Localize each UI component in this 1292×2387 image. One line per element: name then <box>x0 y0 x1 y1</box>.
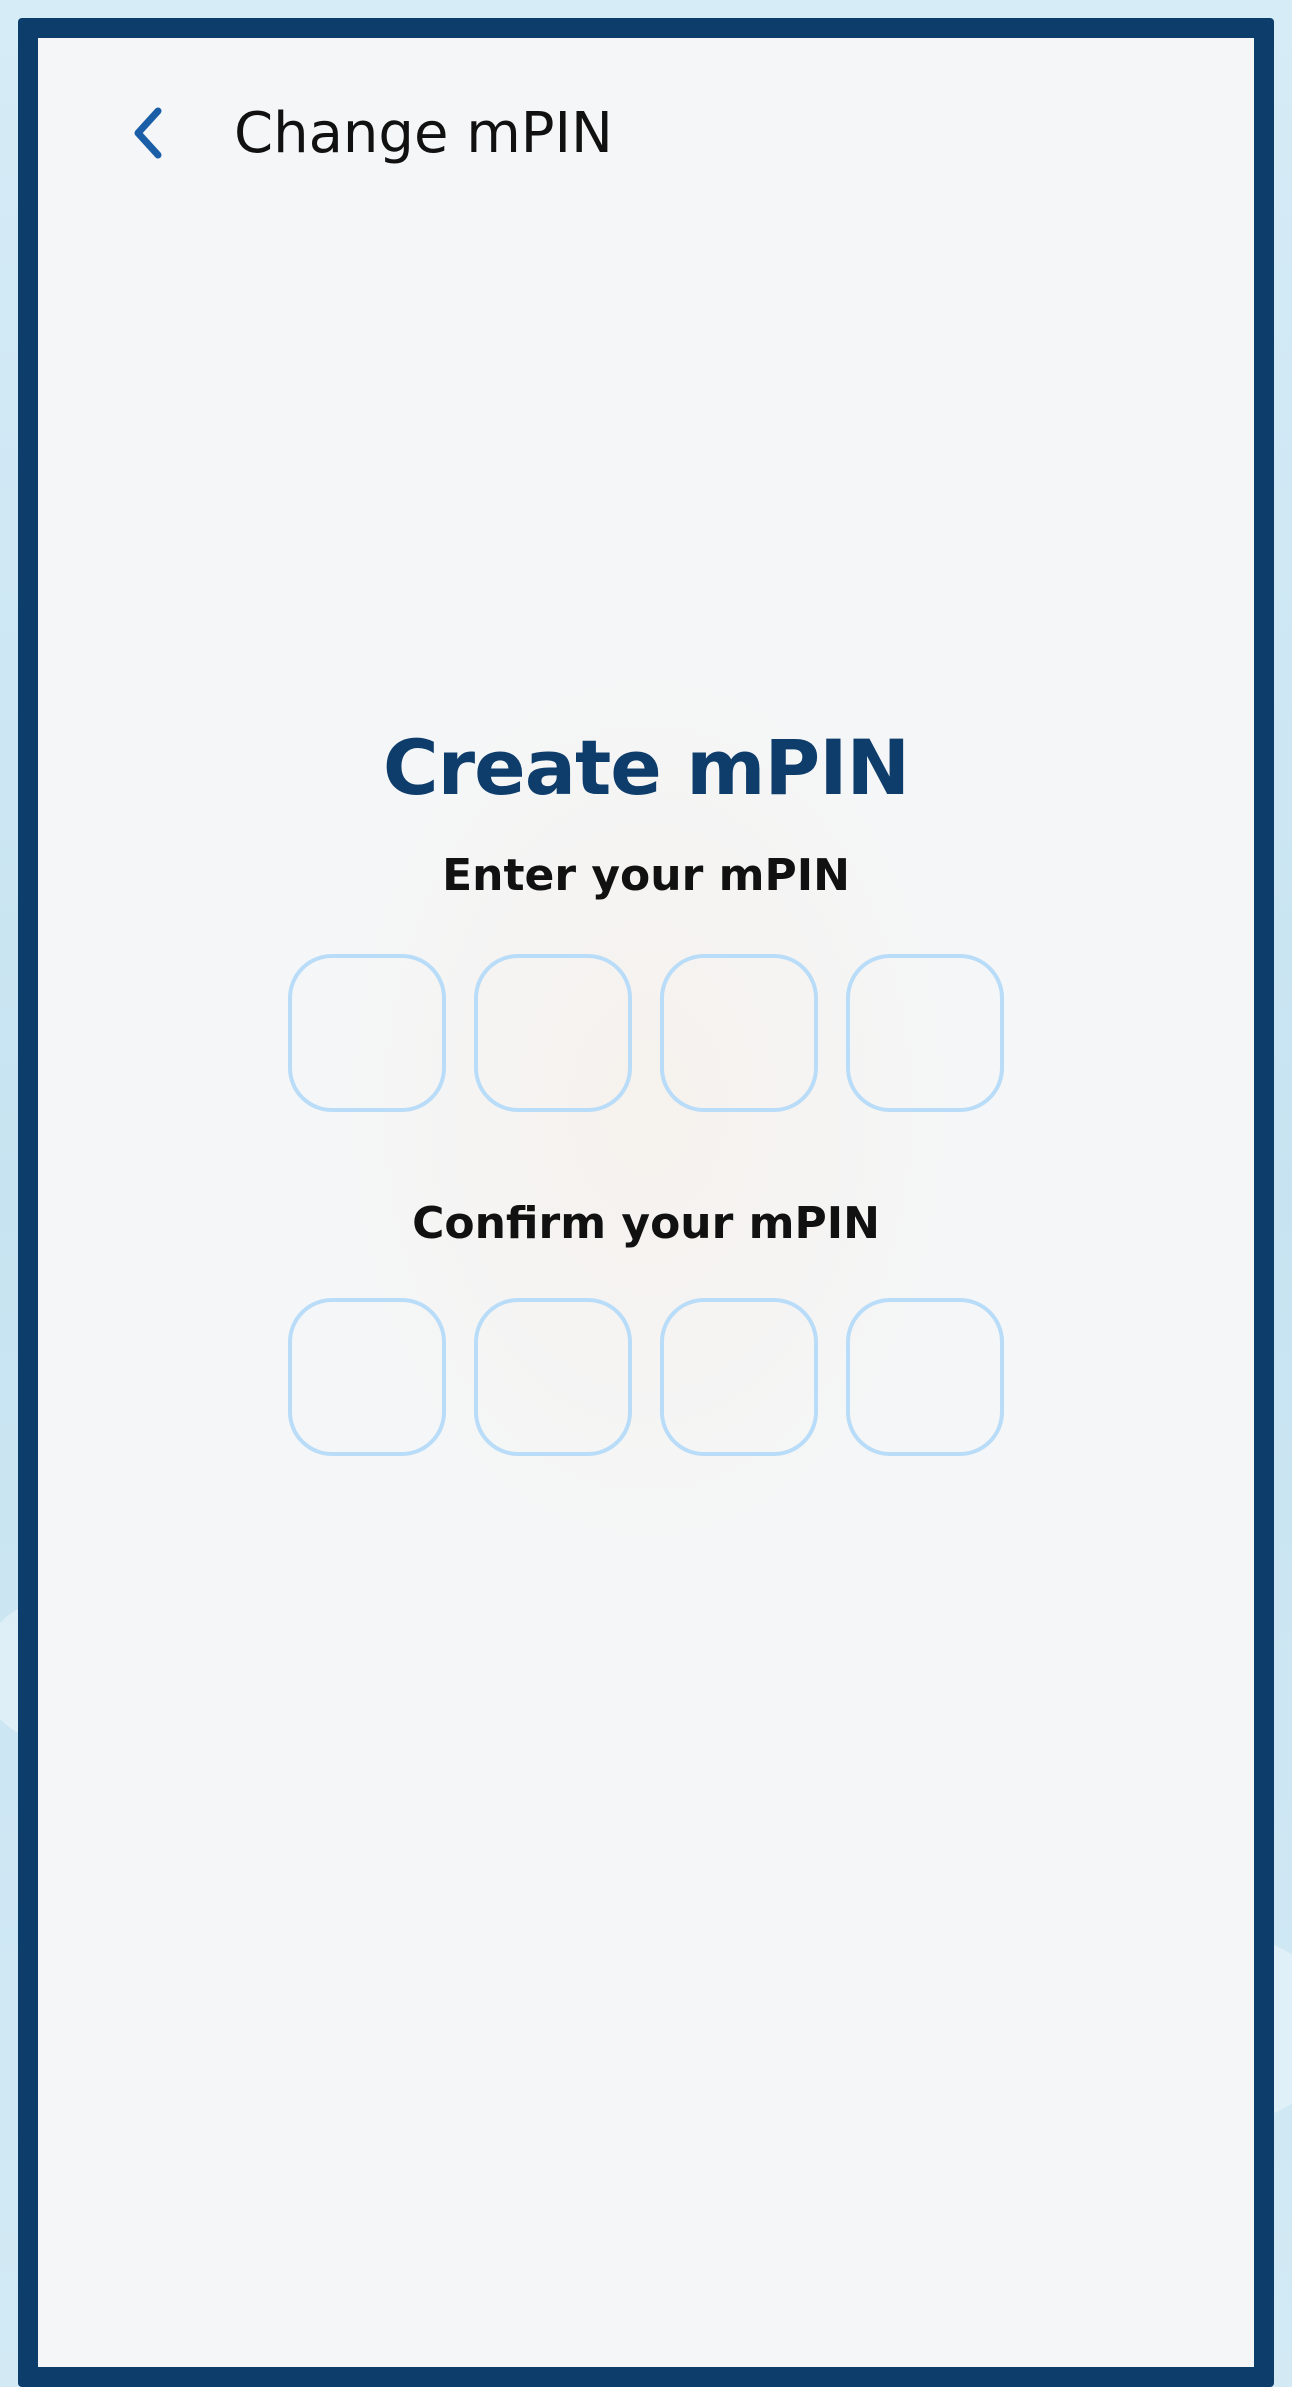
enter-mpin-label: Enter your mPIN <box>442 850 850 901</box>
chevron-left-icon <box>134 107 162 159</box>
enter-mpin-inputs <box>38 954 1254 1112</box>
enter-pin-digit-2[interactable] <box>474 954 632 1112</box>
confirm-mpin-inputs <box>38 1298 1254 1456</box>
enter-pin-digit-4[interactable] <box>846 954 1004 1112</box>
create-mpin-heading: Create mPIN <box>382 723 910 812</box>
app-screen: Change mPIN Create mPIN Enter your mPIN … <box>38 38 1254 2367</box>
enter-pin-digit-1[interactable] <box>288 954 446 1112</box>
confirm-pin-digit-2[interactable] <box>474 1298 632 1456</box>
back-button[interactable] <box>118 98 178 168</box>
device-frame: Change mPIN Create mPIN Enter your mPIN … <box>18 18 1274 2387</box>
app-bar: Change mPIN <box>38 38 1254 208</box>
confirm-pin-digit-1[interactable] <box>288 1298 446 1456</box>
confirm-pin-digit-3[interactable] <box>660 1298 818 1456</box>
enter-pin-digit-3[interactable] <box>660 954 818 1112</box>
confirm-pin-digit-4[interactable] <box>846 1298 1004 1456</box>
confirm-mpin-label: Confirm your mPIN <box>412 1198 880 1249</box>
page-title: Change mPIN <box>234 101 613 166</box>
